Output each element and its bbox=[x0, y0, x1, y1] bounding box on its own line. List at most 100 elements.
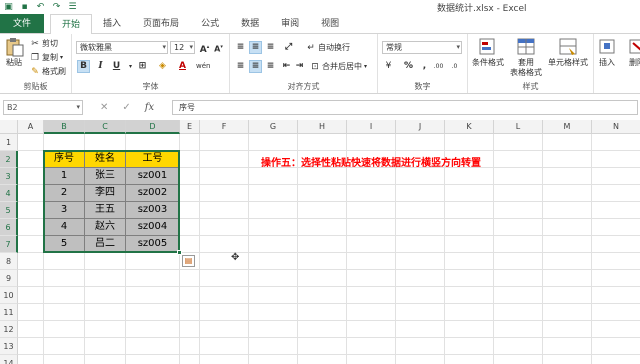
align-right-button[interactable]: ≡ bbox=[264, 60, 277, 73]
font-size-select[interactable]: 12 ▾ bbox=[170, 41, 195, 54]
table-cell[interactable]: 李四 bbox=[85, 185, 126, 202]
row-header-2[interactable]: 2 bbox=[0, 151, 18, 168]
conditional-formatting-button[interactable]: 条件格式 bbox=[472, 37, 504, 68]
table-header-cell[interactable]: 姓名 bbox=[85, 151, 126, 168]
align-center-button[interactable]: ≡ bbox=[249, 60, 262, 73]
column-header-n[interactable]: N bbox=[592, 120, 640, 134]
table-cell[interactable]: sz003 bbox=[126, 202, 180, 219]
save-icon[interactable]: ▪ bbox=[19, 2, 30, 13]
column-header-c[interactable]: C bbox=[85, 120, 126, 134]
cancel-icon[interactable]: ✕ bbox=[100, 102, 108, 113]
tab-4[interactable]: 公式 bbox=[190, 14, 230, 33]
redo-icon[interactable]: ↷ bbox=[51, 2, 62, 13]
phonetic-button[interactable]: wén bbox=[196, 60, 210, 73]
row-header-12[interactable]: 12 bbox=[0, 321, 18, 338]
italic-button[interactable]: I bbox=[94, 60, 107, 73]
font-name-select[interactable]: 微软雅黑 ▾ bbox=[76, 41, 168, 54]
undo-icon[interactable]: ↶ bbox=[35, 2, 46, 13]
copy-button[interactable]: ❐ 复制 ▾ bbox=[30, 52, 63, 63]
insert-function-icon[interactable]: fx bbox=[145, 102, 154, 113]
merge-center-button[interactable]: ⊡ 合并后居中 ▾ bbox=[310, 61, 367, 72]
tab-7[interactable]: 视图 bbox=[310, 14, 350, 33]
excel-logo-icon[interactable]: ▣ bbox=[3, 2, 14, 13]
row-header-6[interactable]: 6 bbox=[0, 219, 18, 236]
row-header-7[interactable]: 7 bbox=[0, 236, 18, 253]
formula-input[interactable]: 序号 bbox=[172, 100, 638, 115]
wrap-text-button[interactable]: ↵ 自动换行 bbox=[306, 42, 350, 53]
row-header-3[interactable]: 3 bbox=[0, 168, 18, 185]
row-header-13[interactable]: 13 bbox=[0, 338, 18, 355]
cell-styles-button[interactable]: 单元格样式 bbox=[548, 37, 588, 68]
table-cell[interactable]: sz001 bbox=[126, 168, 180, 185]
increase-decimal-button[interactable]: .00 bbox=[432, 60, 445, 73]
format-as-table-button[interactable]: 套用 表格格式 bbox=[510, 37, 542, 78]
table-cell[interactable]: 张三 bbox=[85, 168, 126, 185]
tab-0[interactable]: 文件 bbox=[0, 14, 45, 33]
table-cell[interactable]: 王五 bbox=[85, 202, 126, 219]
shrink-font-button[interactable]: A▾ bbox=[212, 41, 225, 54]
column-header-h[interactable]: H bbox=[298, 120, 347, 134]
column-header-f[interactable]: F bbox=[200, 120, 249, 134]
percent-button[interactable]: % bbox=[402, 60, 415, 73]
column-header-g[interactable]: G bbox=[249, 120, 298, 134]
table-cell[interactable]: sz002 bbox=[126, 185, 180, 202]
row-header-4[interactable]: 4 bbox=[0, 185, 18, 202]
grow-font-button[interactable]: A▴ bbox=[198, 41, 211, 55]
table-header-cell[interactable]: 序号 bbox=[44, 151, 85, 168]
row-header-11[interactable]: 11 bbox=[0, 304, 18, 321]
font-color-button[interactable]: A bbox=[176, 60, 189, 73]
table-cell[interactable]: sz004 bbox=[126, 219, 180, 236]
underline-button[interactable]: U bbox=[110, 60, 123, 73]
increase-indent-button[interactable]: ⇥ bbox=[293, 60, 306, 73]
delete-cells-button[interactable]: 删除 bbox=[626, 37, 640, 68]
select-all-corner[interactable] bbox=[0, 120, 18, 134]
column-header-m[interactable]: M bbox=[543, 120, 592, 134]
row-header-10[interactable]: 10 bbox=[0, 287, 18, 304]
table-cell[interactable]: 2 bbox=[44, 185, 85, 202]
enter-icon[interactable]: ✓ bbox=[122, 102, 130, 113]
format-painter-button[interactable]: ✎ 格式刷 bbox=[30, 66, 66, 77]
table-cell[interactable]: 1 bbox=[44, 168, 85, 185]
tab-3[interactable]: 页面布局 bbox=[132, 14, 190, 33]
column-header-b[interactable]: B bbox=[44, 120, 85, 134]
table-cell[interactable]: 赵六 bbox=[85, 219, 126, 236]
column-header-l[interactable]: L bbox=[494, 120, 543, 134]
decrease-decimal-button[interactable]: .0 bbox=[448, 60, 461, 73]
column-header-k[interactable]: K bbox=[445, 120, 494, 134]
row-header-9[interactable]: 9 bbox=[0, 270, 18, 287]
customize-qat-icon[interactable]: ☰ bbox=[67, 2, 78, 13]
name-box[interactable]: B2 ▾ bbox=[3, 100, 83, 115]
column-header-d[interactable]: D bbox=[126, 120, 180, 134]
column-header-i[interactable]: I bbox=[347, 120, 396, 134]
worksheet-grid[interactable]: ABCDEFGHIJKLMN 1 2 3 4 5 6 7 8 9 10 11 12 13 14 序号 姓名工… bbox=[0, 120, 640, 364]
align-left-button[interactable]: ≡ bbox=[234, 60, 247, 73]
column-header-e[interactable]: E bbox=[180, 120, 200, 134]
comma-button[interactable]: , bbox=[418, 60, 431, 73]
paste-button[interactable]: 粘贴 bbox=[3, 37, 25, 68]
table-cell[interactable]: 3 bbox=[44, 202, 85, 219]
table-cell[interactable]: 吕二 bbox=[85, 236, 126, 253]
decrease-indent-button[interactable]: ⇤ bbox=[280, 60, 293, 73]
paste-options-button[interactable]: ▤ bbox=[182, 255, 195, 267]
column-header-j[interactable]: J bbox=[396, 120, 445, 134]
align-bottom-button[interactable]: ≡ bbox=[264, 41, 277, 54]
bold-button[interactable]: B bbox=[77, 60, 90, 73]
row-header-14[interactable]: 14 bbox=[0, 355, 18, 364]
insert-cells-button[interactable]: 插入 bbox=[596, 37, 618, 68]
fill-color-button[interactable]: ◈ bbox=[156, 60, 169, 73]
table-cell[interactable]: 5 bbox=[44, 236, 85, 253]
row-header-5[interactable]: 5 bbox=[0, 202, 18, 219]
align-top-button[interactable]: ≡ bbox=[234, 41, 247, 54]
row-header-8[interactable]: 8 bbox=[0, 253, 18, 270]
table-cell[interactable]: sz005 bbox=[126, 236, 180, 253]
align-middle-button[interactable]: ≡ bbox=[249, 41, 262, 54]
orientation-button[interactable]: ⤢ bbox=[282, 41, 295, 54]
tab-5[interactable]: 数据 bbox=[230, 14, 270, 33]
table-header-cell[interactable]: 工号 bbox=[126, 151, 180, 168]
table-cell[interactable]: 4 bbox=[44, 219, 85, 236]
tab-2[interactable]: 插入 bbox=[92, 14, 132, 33]
row-header-1[interactable]: 1 bbox=[0, 134, 18, 151]
tab-1[interactable]: 开始 bbox=[50, 14, 93, 35]
number-format-select[interactable]: 常规 ▾ bbox=[382, 41, 462, 54]
tab-6[interactable]: 审阅 bbox=[270, 14, 310, 33]
